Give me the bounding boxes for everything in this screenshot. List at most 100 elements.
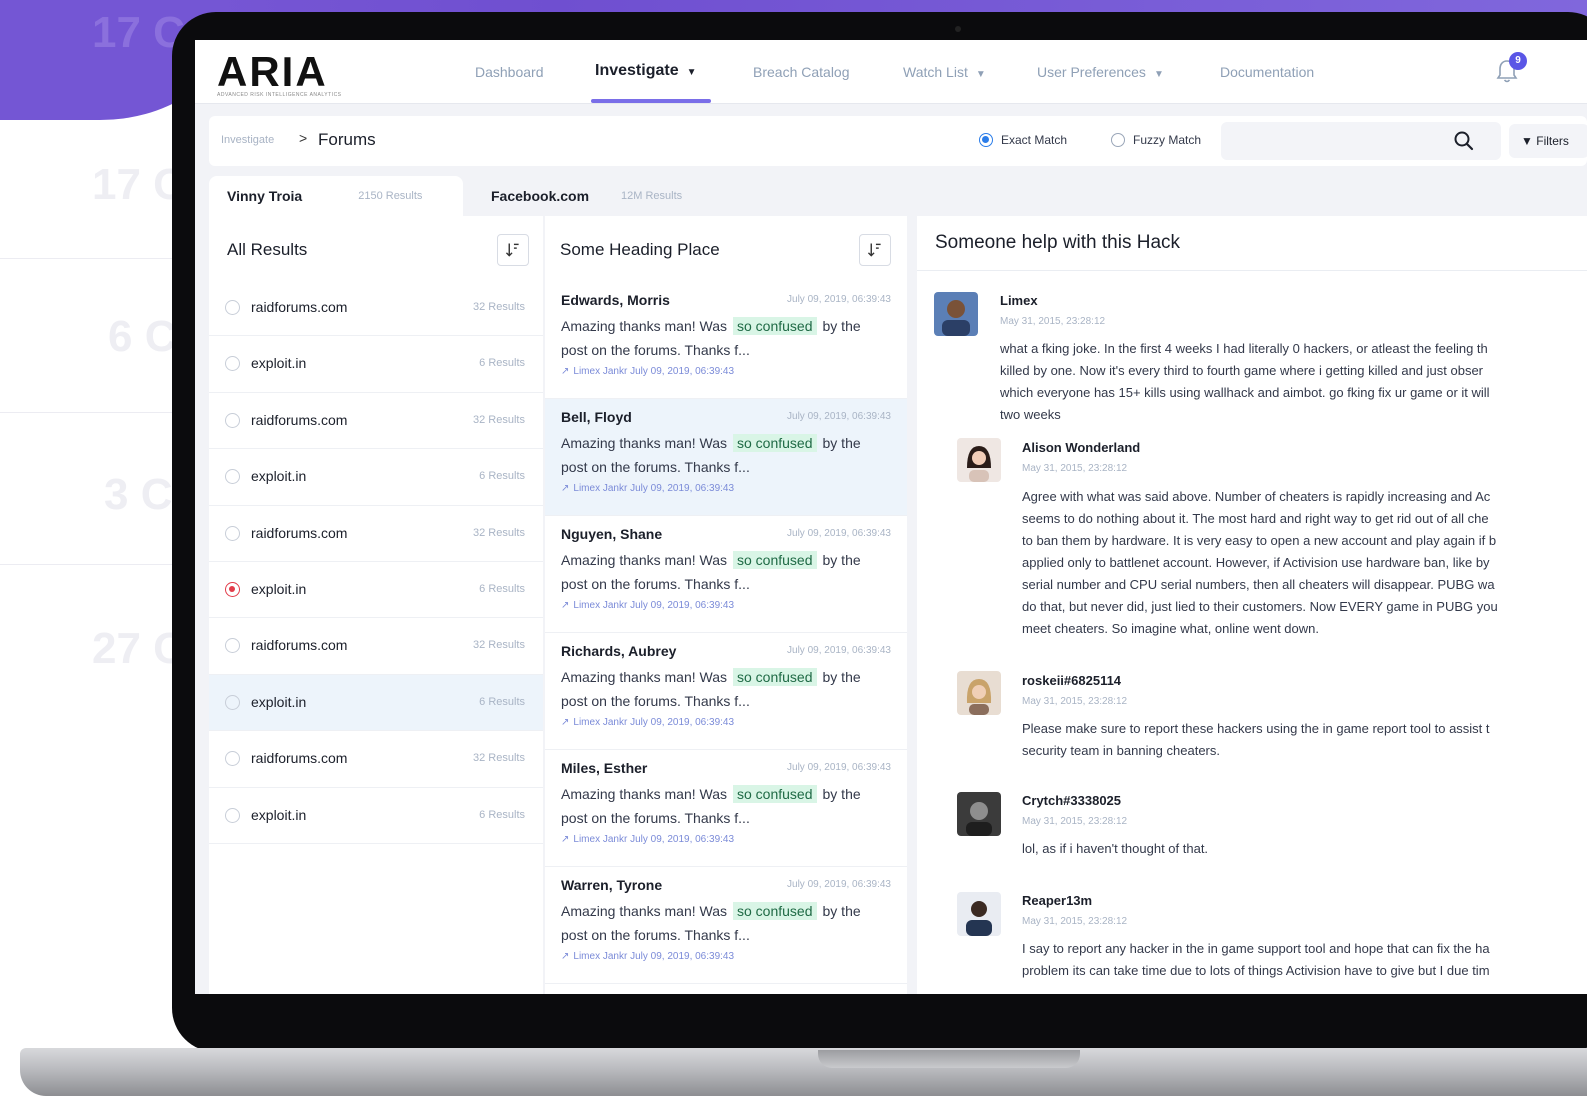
notification-badge: 9 [1509, 52, 1527, 70]
post-author[interactable]: Crytch#3338025 [1022, 793, 1121, 808]
filters-button[interactable]: ▼ Filters [1509, 124, 1587, 158]
laptop-base [20, 1048, 1587, 1096]
result-count: 32 Results [473, 639, 525, 652]
snippet-text: by the [822, 903, 861, 919]
post-author[interactable]: Reaper13m [1022, 893, 1092, 908]
list-item[interactable]: raidforums.com 32 Results [209, 393, 543, 450]
tab-vinny-troia[interactable]: Vinny Troia 2150 Results [209, 176, 463, 216]
message-date: July 09, 2019, 06:39:43 [787, 879, 891, 890]
message-item[interactable]: Miles, Esther July 09, 2019, 06:39:43 Am… [545, 750, 907, 867]
search-icon[interactable] [1453, 130, 1475, 152]
message-item[interactable]: Nguyen, Shane July 09, 2019, 06:39:43 Am… [545, 516, 907, 633]
nav-dashboard[interactable]: Dashboard [475, 64, 544, 80]
nav-label: Breach Catalog [753, 64, 850, 80]
message-author: Bell, Floyd [561, 409, 632, 425]
list-item[interactable]: raidforums.com 32 Results [209, 506, 543, 562]
snippet-text: by the [822, 318, 861, 334]
ghost-label: 3 C [104, 470, 173, 519]
app-logo[interactable]: ARIA [217, 48, 328, 96]
avatar[interactable] [957, 792, 1001, 836]
post-line: Please make sure to report these hackers… [1022, 721, 1490, 736]
post-date: May 31, 2015, 23:28:12 [1022, 696, 1128, 707]
fuzzy-match-label: Fuzzy Match [1133, 133, 1202, 147]
search-highlight: so confused [733, 434, 817, 452]
message-item[interactable]: Warren, Tyrone July 09, 2019, 06:39:43 A… [545, 867, 907, 984]
avatar[interactable] [934, 292, 978, 336]
tab-label: Facebook.com [491, 188, 590, 204]
post-author[interactable]: roskeii#6825114 [1022, 673, 1121, 688]
search-highlight: so confused [733, 551, 817, 569]
list-item[interactable]: exploit.in 6 Results [209, 788, 543, 844]
result-count: 6 Results [479, 357, 525, 370]
post-author[interactable]: Limex [1000, 293, 1038, 308]
post-line: which everyone has 15+ kills using wallh… [1000, 385, 1490, 400]
list-item[interactable]: exploit.in 6 Results [209, 449, 543, 506]
message-snippet: Amazing thanks man! Was so confused by the [561, 902, 861, 920]
result-count: 32 Results [473, 752, 525, 765]
post-body: lol, as if i haven't thought of that. [1022, 838, 1208, 860]
nav-label: Watch List [903, 64, 968, 80]
message-meta-text: Limex Jankr July 09, 2019, 06:39:43 [573, 366, 735, 377]
avatar[interactable] [957, 892, 1001, 936]
sort-button[interactable] [497, 234, 529, 266]
result-count: 6 Results [479, 582, 525, 595]
app-screen: ARIA ADVANCED RISK INTELLIGENCE ANALYTIC… [195, 40, 1587, 994]
message-item[interactable]: Edwards, Morris July 09, 2019, 06:39:43 … [545, 282, 907, 399]
list-item[interactable]: raidforums.com 32 Results [209, 618, 543, 675]
nav-user-preferences[interactable]: User Preferences ▼ [1037, 64, 1164, 80]
message-snippet: Amazing thanks man! Was so confused by the [561, 434, 861, 452]
result-source: raidforums.com [251, 637, 348, 654]
message-item-selected[interactable]: Bell, Floyd July 09, 2019, 06:39:43 Amaz… [545, 399, 907, 516]
message-meta-text: Limex Jankr July 09, 2019, 06:39:43 [573, 717, 735, 728]
ghost-label: 17 C [92, 160, 185, 209]
message-snippet-continued: post on the forums. Thanks f... [561, 576, 750, 592]
nav-watch-list[interactable]: Watch List ▼ [903, 64, 986, 80]
exact-match-radio[interactable]: Exact Match [979, 133, 1067, 147]
result-source: exploit.in [251, 580, 307, 597]
post-line: two weeks [1000, 407, 1061, 422]
nav-breach-catalog[interactable]: Breach Catalog [753, 64, 850, 80]
message-author: Warren, Tyrone [561, 877, 663, 893]
result-count: 32 Results [473, 301, 525, 313]
ghost-divider [0, 564, 190, 565]
result-source: raidforums.com [251, 524, 348, 541]
list-item[interactable]: raidforums.com 32 Results [209, 280, 543, 337]
fuzzy-match-radio[interactable]: Fuzzy Match [1111, 133, 1201, 147]
status-ring-icon [225, 638, 240, 654]
tab-facebook[interactable]: Facebook.com 12M Results [491, 176, 682, 216]
filter-icon: ▼ [1521, 134, 1533, 148]
list-item-selected[interactable]: exploit.in 6 Results [209, 674, 543, 732]
exact-match-label: Exact Match [1001, 133, 1068, 147]
list-item[interactable]: raidforums.com 32 Results [209, 731, 543, 788]
message-meta-text: Limex Jankr July 09, 2019, 06:39:43 [573, 951, 735, 962]
breadcrumb-root[interactable]: Investigate [221, 134, 274, 146]
result-count: 6 Results [479, 470, 525, 483]
result-count: 6 Results [479, 695, 525, 708]
message-meta: ↗ Limex Jankr July 09, 2019, 06:39:43 [561, 951, 734, 962]
user-photo-icon [957, 671, 1001, 715]
list-item[interactable]: exploit.in 6 Results [209, 336, 543, 393]
avatar[interactable] [957, 438, 1001, 482]
snippet-text: by the [822, 552, 861, 568]
message-list: Edwards, Morris July 09, 2019, 06:39:43 … [545, 282, 907, 984]
snippet-text: Amazing thanks man! Was [561, 435, 727, 451]
post-body: Agree with what was said above. Number o… [1022, 486, 1498, 640]
nav-investigate[interactable]: Investigate ▼ [595, 62, 697, 80]
nav-label: Dashboard [475, 64, 544, 80]
status-ring-icon [225, 300, 240, 315]
status-ring-icon [225, 694, 240, 710]
list-item[interactable]: exploit.in 6 Results [209, 562, 543, 619]
avatar[interactable] [957, 671, 1001, 715]
nav-documentation[interactable]: Documentation [1220, 64, 1314, 80]
sort-button[interactable] [859, 234, 891, 266]
nav-label: Investigate [595, 62, 679, 79]
radio-selected-icon [979, 133, 993, 147]
thread-panel: Someone help with this Hack Limex May 31… [917, 216, 1587, 994]
message-item[interactable]: Richards, Aubrey July 09, 2019, 06:39:43… [545, 633, 907, 750]
sort-icon [505, 243, 519, 257]
post-body: what a fking joke. In the first 4 weeks … [1000, 338, 1490, 426]
link-icon: ↗ [561, 366, 570, 377]
post-author[interactable]: Alison Wonderland [1022, 440, 1140, 455]
message-snippet: Amazing thanks man! Was so confused by the [561, 668, 861, 686]
results-panel: All Results raidforums.com 32 Results exp… [209, 216, 543, 994]
